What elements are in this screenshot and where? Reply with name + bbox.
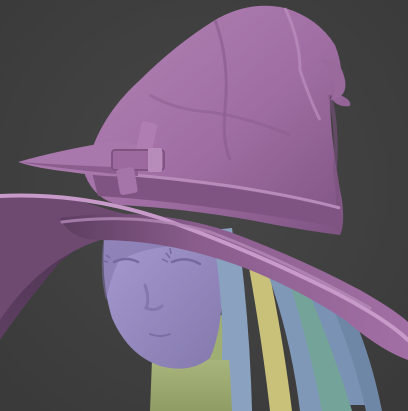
- 3d-viewport[interactable]: [0, 0, 408, 411]
- witch-model-render: [0, 0, 408, 411]
